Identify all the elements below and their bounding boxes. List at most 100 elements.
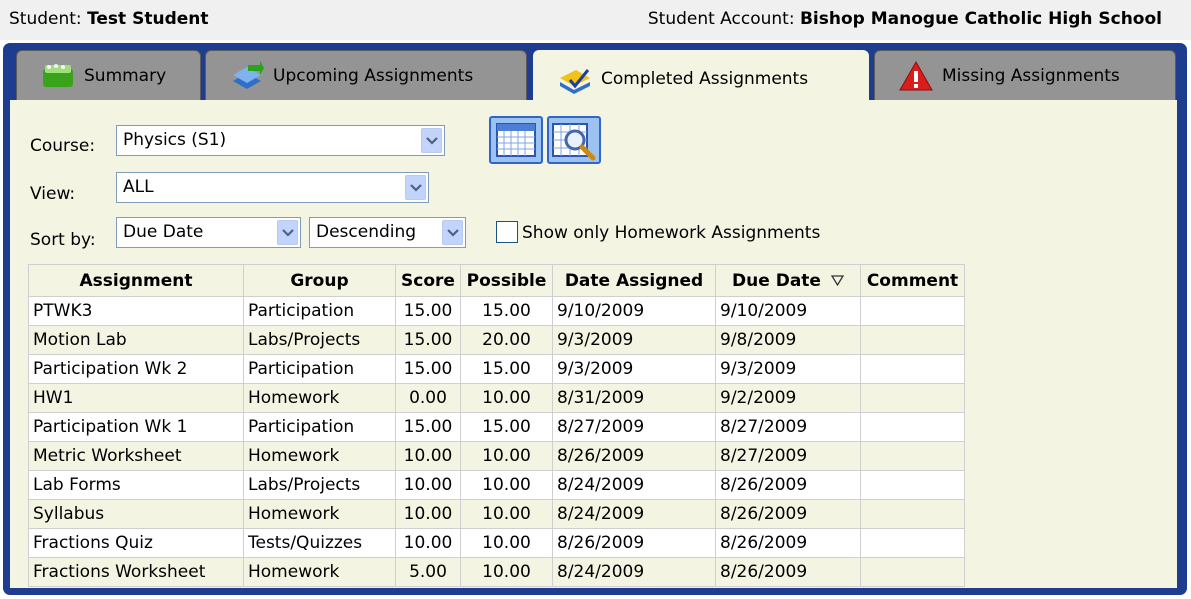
completed-icon	[558, 64, 592, 94]
possible-cell: 10.00	[460, 557, 553, 587]
column-header-possible[interactable]: Possible	[460, 264, 553, 297]
group-cell: Participation	[243, 354, 396, 384]
chevron-down-icon	[442, 220, 463, 245]
date-assigned-cell: 9/3/2009	[552, 354, 716, 384]
comment-cell	[860, 412, 965, 442]
chevron-down-icon	[277, 220, 298, 245]
homework-only-label: Show only Homework Assignments	[522, 223, 821, 243]
due-date-cell: 9/8/2009	[715, 325, 861, 355]
table-row: HW1 Homework 0.00 10.00 8/31/2009 9/2/2009	[28, 383, 965, 413]
comment-cell	[860, 470, 965, 500]
possible-cell: 20.00	[460, 325, 553, 355]
sort-order-select[interactable]: Descending	[309, 217, 466, 248]
table-row: Participation Wk 1 Participation 15.00 15.0…	[28, 412, 965, 442]
comment-cell	[860, 383, 965, 413]
date-assigned-cell: 8/27/2009	[552, 412, 716, 442]
column-header-due-date[interactable]: Due Date	[715, 264, 861, 297]
sort-field-select[interactable]: Due Date	[116, 217, 301, 248]
due-date-cell: 8/26/2009	[715, 557, 861, 587]
column-header-assignment[interactable]: Assignment	[28, 264, 244, 297]
search-assignments-button[interactable]	[547, 116, 601, 164]
due-date-header-label: Due Date	[732, 270, 821, 291]
score-cell: 5.00	[395, 557, 461, 587]
sort-label: Sort by:	[30, 230, 96, 250]
course-select[interactable]: Physics (S1)	[116, 125, 445, 156]
assignment-cell: Fractions Worksheet	[28, 557, 244, 587]
tab-completed-assignments[interactable]: Completed Assignments	[533, 50, 869, 106]
possible-cell: 10.00	[460, 499, 553, 529]
student-info: Student: Test Student	[9, 9, 209, 29]
score-cell: 10.00	[395, 528, 461, 558]
comment-cell	[860, 528, 965, 558]
possible-cell: 15.00	[460, 296, 553, 326]
due-date-cell: 8/26/2009	[715, 470, 861, 500]
column-header-score[interactable]: Score	[395, 264, 461, 297]
possible-cell: 10.00	[460, 383, 553, 413]
assignments-table: Assignment Group Score Possible Date Ass…	[28, 264, 965, 587]
column-header-group[interactable]: Group	[243, 264, 396, 297]
student-name: Test Student	[87, 9, 209, 29]
view-label: View:	[30, 184, 76, 204]
table-row: Fractions Quiz Tests/Quizzes 10.00 10.00 8/2…	[28, 528, 965, 558]
score-cell: 15.00	[395, 296, 461, 326]
course-label: Course:	[30, 136, 96, 156]
summary-icon	[41, 61, 75, 91]
comment-cell	[860, 441, 965, 471]
assignment-cell: PTWK3	[28, 296, 244, 326]
table-row: Metric Worksheet Homework 10.00 10.00 8/26/2…	[28, 441, 965, 471]
sort-descending-icon	[830, 271, 845, 291]
due-date-cell: 8/26/2009	[715, 528, 861, 558]
group-cell: Labs/Projects	[243, 325, 396, 355]
calendar-view-button[interactable]	[489, 116, 543, 164]
sort-field-value: Due Date	[123, 222, 204, 242]
table-header-row: Assignment Group Score Possible Date Ass…	[28, 264, 965, 297]
date-assigned-cell: 9/3/2009	[552, 325, 716, 355]
column-header-date-assigned[interactable]: Date Assigned	[552, 264, 716, 297]
group-cell: Participation	[243, 296, 396, 326]
date-assigned-cell: 8/24/2009	[552, 557, 716, 587]
view-select[interactable]: ALL	[116, 172, 429, 203]
calendar-icon	[491, 123, 541, 167]
possible-cell: 10.00	[460, 441, 553, 471]
table-row: Participation Wk 2 Participation 15.00 15.0…	[28, 354, 965, 384]
column-header-comment[interactable]: Comment	[860, 264, 965, 297]
group-cell: Homework	[243, 557, 396, 587]
magnifier-icon	[549, 123, 599, 167]
account-info: Student Account: Bishop Manogue Catholic…	[648, 9, 1162, 29]
group-cell: Homework	[243, 383, 396, 413]
table-row: PTWK3 Participation 15.00 15.00 9/10/2009 9/1…	[28, 296, 965, 326]
tab-upcoming-label: Upcoming Assignments	[273, 65, 474, 86]
account-name: Bishop Manogue Catholic High School	[799, 9, 1162, 29]
tab-upcoming-assignments[interactable]: Upcoming Assignments	[205, 50, 527, 100]
table-row: Motion Lab Labs/Projects 15.00 20.00 9/3/200…	[28, 325, 965, 355]
score-cell: 15.00	[395, 325, 461, 355]
assignment-cell: Metric Worksheet	[28, 441, 244, 471]
comment-cell	[860, 354, 965, 384]
score-cell: 0.00	[395, 383, 461, 413]
date-assigned-cell: 8/26/2009	[552, 528, 716, 558]
comment-cell	[860, 557, 965, 587]
comment-cell	[860, 499, 965, 529]
homework-only-checkbox[interactable]	[496, 221, 518, 243]
due-date-cell: 9/10/2009	[715, 296, 861, 326]
date-assigned-cell: 8/24/2009	[552, 470, 716, 500]
date-assigned-cell: 9/10/2009	[552, 296, 716, 326]
assignment-cell: Participation Wk 2	[28, 354, 244, 384]
tab-missing-assignments[interactable]: Missing Assignments	[874, 50, 1176, 100]
assignment-cell: Syllabus	[28, 499, 244, 529]
tab-missing-label: Missing Assignments	[942, 65, 1120, 86]
comment-cell	[860, 296, 965, 326]
tab-summary[interactable]: Summary	[16, 50, 201, 100]
due-date-cell: 9/3/2009	[715, 354, 861, 384]
student-info-bar: Student: Test Student Student Account: B…	[0, 0, 1191, 40]
assignment-cell: HW1	[28, 383, 244, 413]
due-date-cell: 8/26/2009	[715, 499, 861, 529]
account-label: Student Account:	[647, 9, 795, 29]
table-row: Syllabus Homework 10.00 10.00 8/24/2009 8/26/…	[28, 499, 965, 529]
upcoming-icon	[230, 60, 264, 91]
due-date-cell: 8/27/2009	[715, 412, 861, 442]
group-cell: Tests/Quizzes	[243, 528, 396, 558]
warning-icon	[899, 60, 933, 91]
tab-completed-label: Completed Assignments	[601, 68, 809, 89]
possible-cell: 15.00	[460, 412, 553, 442]
